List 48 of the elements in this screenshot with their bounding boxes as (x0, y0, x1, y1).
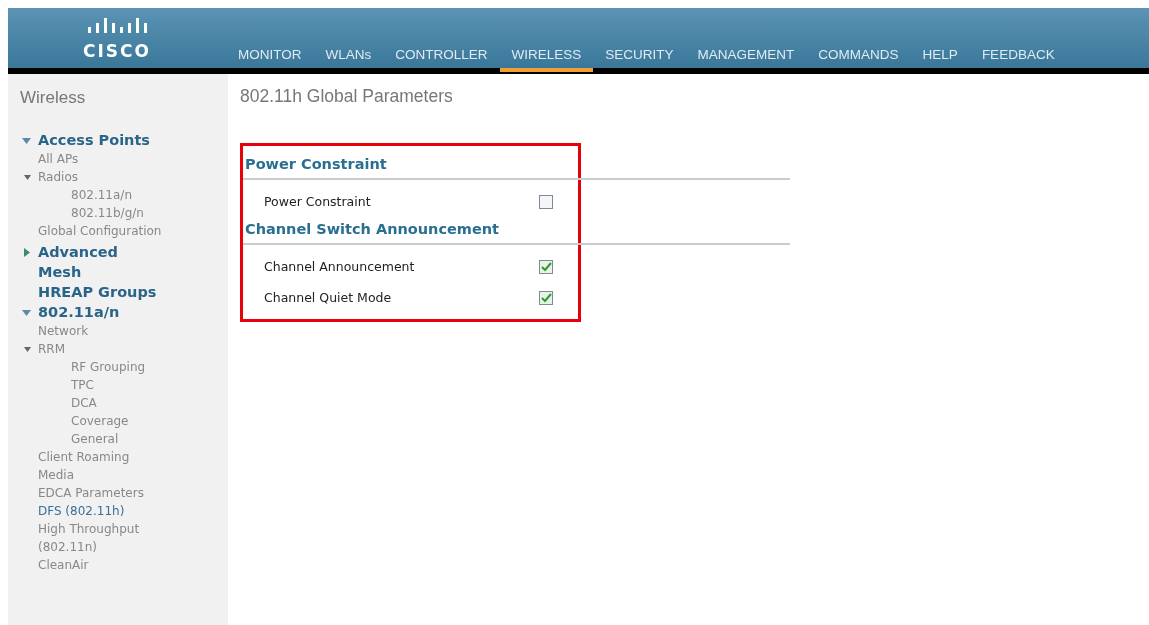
sidebar-item[interactable]: CleanAir (38, 556, 89, 574)
option-label: Power Constraint (264, 194, 372, 209)
logo-wordmark: CISCO (83, 40, 151, 61)
sidebar-section[interactable]: HREAP Groups (38, 284, 157, 300)
sidebar-item[interactable]: TPC (71, 376, 221, 394)
sidebar-item[interactable]: RF Grouping (71, 358, 221, 376)
checkbox[interactable] (539, 290, 553, 305)
section-heading: Channel Switch Announcement (243, 217, 790, 245)
sidebar-item[interactable]: EDCA Parameters (38, 484, 144, 502)
nav-tab[interactable]: MANAGEMENT (685, 47, 807, 72)
expand-arrow-icon[interactable] (24, 174, 31, 180)
option-label: Channel Announcement (264, 259, 416, 274)
sidebar-item[interactable]: RRM (38, 340, 66, 358)
sidebar-item[interactable]: All APs (38, 150, 79, 168)
sidebar-item[interactable]: Radios (38, 168, 78, 186)
sidebar-section[interactable]: Mesh (38, 264, 82, 280)
sidebar-item[interactable]: Network (38, 322, 89, 340)
sidebar-item[interactable]: Client Roaming (38, 448, 130, 466)
sidebar-item[interactable]: 802.11a/n (71, 186, 221, 204)
nav-tab[interactable]: CONTROLLER (383, 47, 500, 72)
section-heading: Power Constraint (243, 152, 790, 180)
expand-arrow-icon[interactable] (22, 307, 31, 317)
sidebar-section[interactable]: Access Points (38, 132, 150, 148)
nav-tab[interactable]: WLANs (313, 47, 384, 72)
checkbox[interactable] (539, 259, 553, 274)
page-title: 802.11h Global Parameters (240, 86, 454, 107)
sidebar-item[interactable]: 802.11b/g/n (71, 204, 221, 222)
sidebar-section[interactable]: 802.11a/n (38, 304, 120, 320)
expand-arrow-icon[interactable] (22, 247, 31, 257)
expand-arrow-icon[interactable] (24, 346, 31, 352)
sidebar-item[interactable]: High Throughput (802.11n) (38, 520, 188, 556)
nav-tab[interactable]: SECURITY (593, 47, 686, 72)
sidebar-title: Wireless (20, 88, 87, 108)
expand-arrow-icon[interactable] (22, 135, 31, 145)
sidebar-item[interactable]: DCA (71, 394, 221, 412)
nav-tab[interactable]: FEEDBACK (969, 47, 1067, 72)
sidebar-section[interactable]: Advanced (38, 244, 118, 260)
checkbox[interactable] (539, 194, 553, 209)
sidebar-item[interactable]: DFS (802.11h) (38, 502, 125, 520)
nav-tab[interactable]: HELP (910, 47, 970, 72)
sidebar-item[interactable]: Media (38, 466, 75, 484)
nav-tab[interactable]: MONITOR (226, 47, 314, 72)
sidebar-item[interactable]: General (71, 430, 221, 448)
option-label: Channel Quiet Mode (264, 290, 393, 305)
sidebar-item[interactable]: Global Configuration (38, 222, 162, 240)
nav-tab[interactable]: WIRELESS (499, 47, 594, 72)
sidebar-item[interactable]: Coverage (71, 412, 221, 430)
nav-tab[interactable]: COMMANDS (806, 47, 911, 72)
